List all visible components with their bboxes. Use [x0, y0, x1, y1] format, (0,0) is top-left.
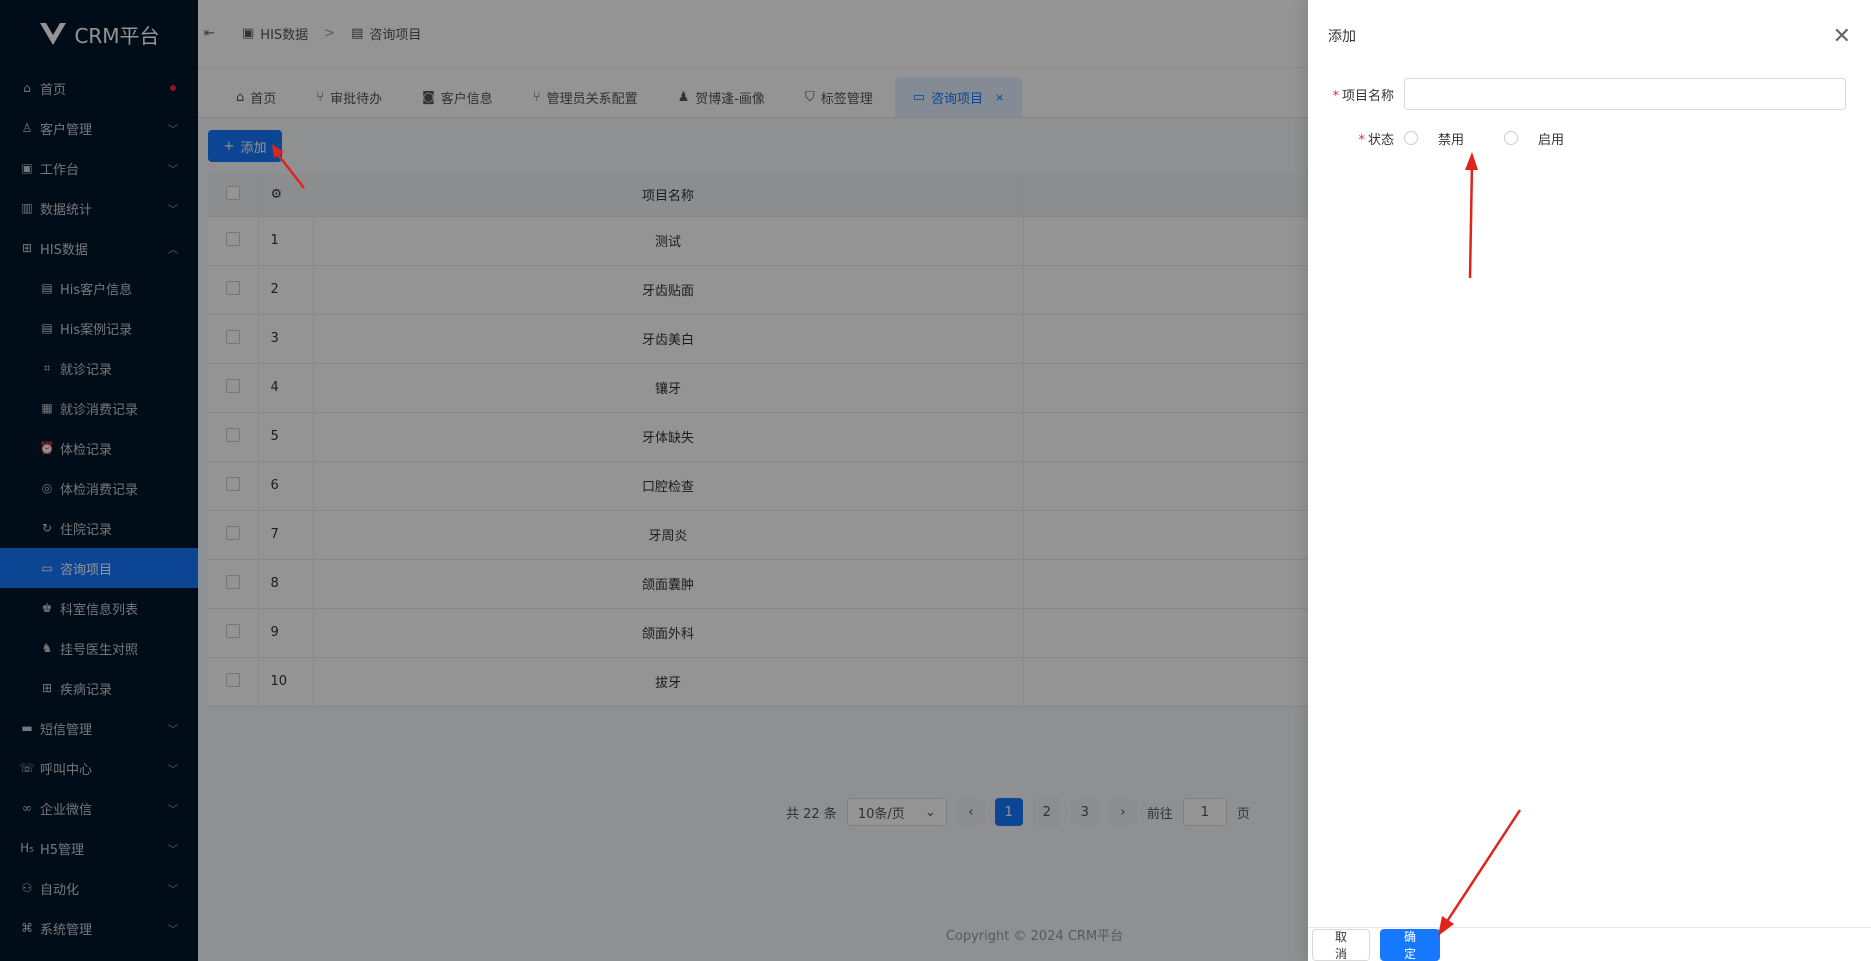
status-radio-enabled[interactable]: 启用 — [1504, 129, 1564, 148]
drawer-title: 添加 — [1328, 29, 1356, 45]
status-label: * 状态 — [1328, 129, 1404, 148]
app-root: CRM平台 ⌂ 首页 ♙ 客户管理 ﹀ ▣ 工作台 ﹀ ▥ 数据统计 ﹀ ⊞ HIS数据 ︿ ▤ His客户信… — [0, 0, 1871, 961]
confirm-button[interactable]: 确 定 — [1380, 928, 1440, 961]
form-row-status: * 状态 禁用 启用 — [1328, 116, 1871, 160]
cancel-button[interactable]: 取 消 — [1312, 928, 1370, 961]
form-row-name: * 项目名称 — [1328, 72, 1871, 116]
project-name-input[interactable] — [1404, 78, 1846, 110]
status-option-enabled: 启用 — [1538, 132, 1565, 148]
radio-circle — [1504, 131, 1519, 145]
name-label-text: 项目名称 — [1341, 88, 1394, 104]
required-mark: * — [1332, 88, 1339, 104]
radio-circle — [1404, 131, 1418, 145]
required-mark: * — [1358, 132, 1365, 148]
status-label-text: 状态 — [1367, 132, 1394, 148]
drawer-footer: 取 消 确 定 — [1308, 927, 1871, 961]
add-drawer: 添加 ✕ * 项目名称 * 状态 禁用 启用 取 消 确 定 — [1308, 0, 1871, 961]
name-label: * 项目名称 — [1328, 85, 1404, 104]
drawer-header: 添加 ✕ — [1308, 0, 1871, 72]
close-icon[interactable]: ✕ — [1833, 24, 1851, 49]
status-option-disabled: 禁用 — [1438, 132, 1465, 148]
status-radio-disabled[interactable]: 禁用 — [1404, 129, 1464, 148]
